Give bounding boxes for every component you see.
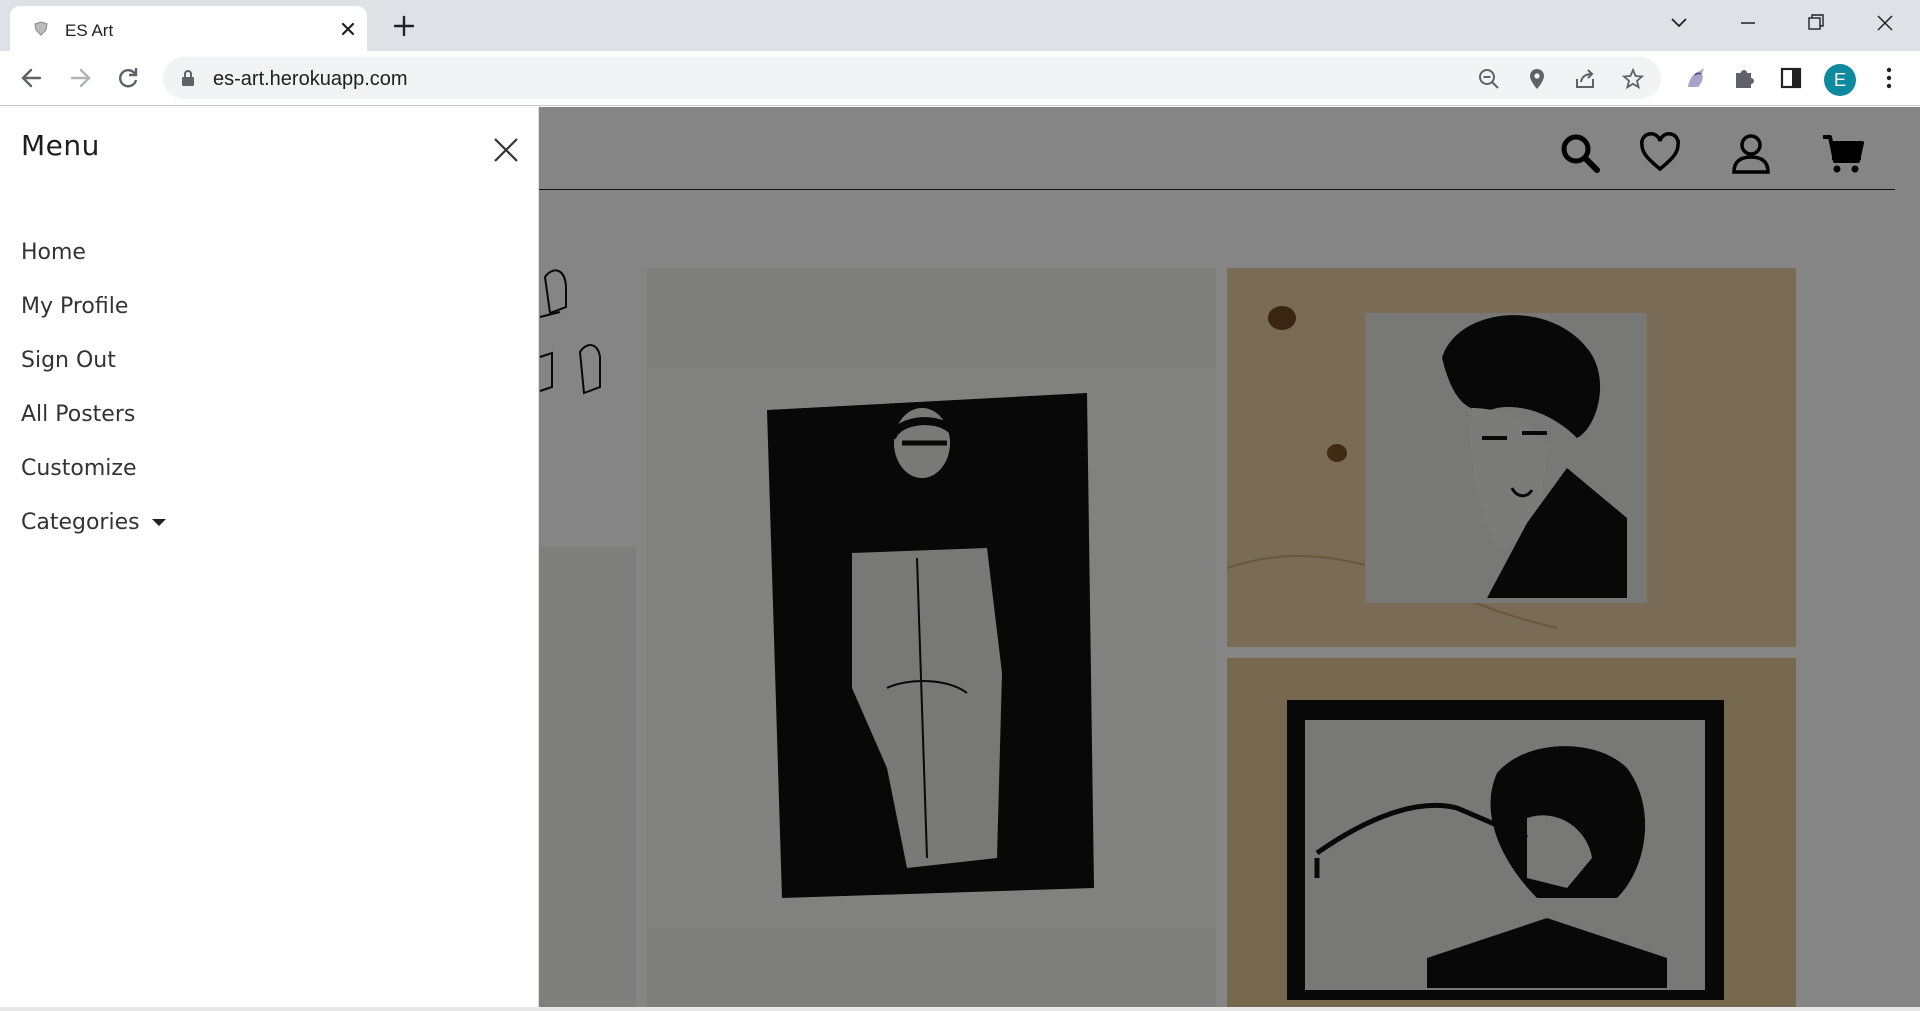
side-menu: Menu Home My Profile Sign Out All Poster… <box>0 107 539 1007</box>
restore-icon[interactable] <box>1801 10 1831 36</box>
lock-icon[interactable] <box>180 69 196 87</box>
browser-tabstrip: ES Art <box>0 0 1920 51</box>
window-bottom-edge <box>0 1007 1920 1011</box>
minimize-icon[interactable] <box>1733 10 1763 36</box>
new-tab-icon[interactable] <box>391 13 417 39</box>
share-icon[interactable] <box>1573 67 1597 91</box>
back-icon[interactable] <box>18 64 46 92</box>
caret-down-icon <box>151 518 166 526</box>
reload-icon[interactable] <box>114 64 142 92</box>
side-panel-icon[interactable] <box>1778 65 1804 91</box>
address-bar[interactable]: es-art.herokuapp.com <box>163 57 1661 99</box>
forward-icon[interactable] <box>66 64 94 92</box>
page-viewport: Menu Home My Profile Sign Out All Poster… <box>0 107 1920 1007</box>
menu-item-categories[interactable]: Categories <box>21 495 166 549</box>
menu-item-my-profile[interactable]: My Profile <box>21 279 166 333</box>
menu-item-customize[interactable]: Customize <box>21 441 166 495</box>
profile-avatar[interactable]: E <box>1824 64 1856 96</box>
zoom-out-icon[interactable] <box>1477 67 1501 91</box>
menu-item-home[interactable]: Home <box>21 225 166 279</box>
menu-item-sign-out[interactable]: Sign Out <box>21 333 166 387</box>
browser-toolbar: es-art.herokuapp.com E <box>0 51 1920 106</box>
tab-close-icon[interactable] <box>338 19 358 39</box>
location-icon[interactable] <box>1525 67 1549 91</box>
tab-search-chevron-icon[interactable] <box>1664 10 1694 36</box>
menu-title: Menu <box>21 129 100 162</box>
extensions-puzzle-icon[interactable] <box>1731 65 1757 91</box>
menu-item-categories-label: Categories <box>21 509 140 535</box>
menu-list: Home My Profile Sign Out All Posters Cus… <box>21 225 166 549</box>
site-favicon-icon <box>34 21 48 36</box>
tab-title: ES Art <box>65 21 114 40</box>
browser-tab[interactable]: ES Art <box>10 6 367 51</box>
url-text[interactable]: es-art.herokuapp.com <box>213 68 408 91</box>
bookmark-star-icon[interactable] <box>1621 67 1645 91</box>
window-close-icon[interactable] <box>1870 10 1900 36</box>
close-icon[interactable] <box>492 136 520 164</box>
unicorn-extension-icon[interactable] <box>1683 65 1709 91</box>
browser-menu-icon[interactable] <box>1876 65 1902 91</box>
menu-item-all-posters[interactable]: All Posters <box>21 387 166 441</box>
